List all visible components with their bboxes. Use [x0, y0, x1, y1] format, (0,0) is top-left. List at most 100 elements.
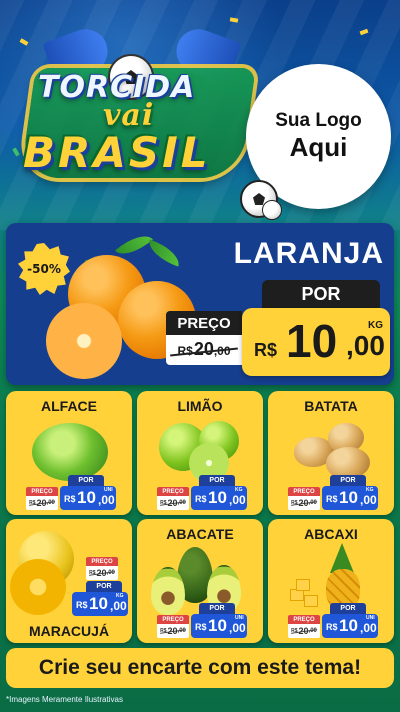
price-currency: R$	[195, 494, 207, 504]
potato-icon	[286, 417, 376, 479]
product-card: ABACATE POR PREÇO R$ 20,00 R$ 10 ,00 UNI	[137, 519, 263, 643]
old-price-decimal: ,00	[177, 628, 186, 634]
price-currency: R$	[326, 622, 338, 632]
product-price: R$ 10 ,00 KG	[191, 486, 247, 510]
old-price-label: PREÇO	[26, 487, 58, 496]
featured-product-name: LARANJA	[233, 237, 384, 270]
old-price-decimal: ,00	[308, 500, 317, 506]
price-integer: 10	[286, 315, 338, 367]
price-unit: UNI	[104, 487, 113, 493]
product-card: LIMÃO POR PREÇO R$ 20,00 R$ 10 ,00 KG	[137, 391, 263, 515]
brand-line-2: Aqui	[289, 132, 348, 162]
product-name: ABACATE	[166, 526, 234, 542]
por-label: POR	[86, 581, 122, 592]
avocado-icon	[151, 545, 245, 615]
por-label: POR	[199, 603, 235, 614]
product-card: PREÇO R$ 20,00 POR R$ 10 ,00 KG MARACUJÁ	[6, 519, 132, 643]
product-name: ABCAXI	[304, 526, 358, 542]
old-price-label: PREÇO	[86, 557, 118, 566]
product-card: ABCAXI POR PREÇO R$ 20,00 R$ 10 ,00 UNI	[268, 519, 394, 643]
featured-product-card: -50% LARANJA PREÇO R$ 20 ,00 POR R$ 10 ,…	[6, 223, 394, 385]
old-price-integer: 20	[167, 626, 178, 636]
old-price: R$ 20,00	[86, 566, 118, 580]
price-decimal: ,00	[98, 493, 115, 507]
por-label: POR	[330, 603, 366, 614]
lime-icon	[155, 417, 245, 483]
price-integer: 10	[89, 594, 108, 613]
old-price-currency: R$	[160, 500, 167, 506]
product-name: MARACUJÁ	[28, 623, 110, 639]
product-name: BATATA	[304, 398, 358, 414]
leaf-icon	[144, 239, 184, 267]
price-currency: R$	[76, 600, 88, 610]
cta-banner: Crie seu encarte com este tema!	[6, 648, 394, 688]
price-integer: 10	[339, 616, 358, 635]
por-label: POR	[68, 475, 104, 486]
product-price: R$ 10 ,00 UNI	[60, 486, 116, 510]
price-decimal: ,00	[229, 493, 246, 507]
featured-price: R$ 10 ,00 KG	[242, 308, 390, 376]
torcida-logo: TORCIDA vai BRASIL	[8, 23, 256, 178]
product-price: R$ 10 ,00 UNI	[191, 614, 247, 638]
product-price: R$ 10 ,00 UNI	[322, 614, 378, 638]
old-price-label: PREÇO	[166, 311, 242, 335]
price-unit: KG	[366, 487, 374, 493]
old-price-label: PREÇO	[157, 487, 189, 496]
old-price: R$ 20,00	[157, 624, 189, 638]
price-integer: 10	[339, 488, 358, 507]
price-unit: KG	[116, 593, 124, 599]
pineapple-chunk	[304, 595, 318, 607]
old-price-currency: R$	[89, 570, 96, 576]
lettuce-head	[32, 423, 108, 481]
price-currency: R$	[195, 622, 207, 632]
price-currency: R$	[254, 340, 278, 360]
old-price-currency: R$	[291, 628, 298, 634]
price-decimal: ,00	[360, 493, 377, 507]
brand-line-1: Sua Logo	[275, 110, 362, 131]
old-price: R$ 20,00	[157, 496, 189, 510]
old-price-integer: 20	[298, 498, 309, 508]
por-label: POR	[199, 475, 235, 486]
discount-badge: -50%	[18, 243, 70, 295]
price-unit: UNI	[235, 615, 244, 621]
price-currency: R$	[64, 494, 76, 504]
old-price: R$ 20,00	[288, 624, 320, 638]
price-unit: KG	[235, 487, 243, 493]
passion-fruit-slice	[10, 559, 66, 615]
price-unit: UNI	[366, 615, 375, 621]
soccer-ball-icon	[262, 200, 282, 220]
price-decimal: ,00	[360, 621, 377, 635]
price-integer: 10	[77, 488, 96, 507]
old-price-decimal: ,00	[308, 628, 317, 634]
disclaimer-text: *Imagens Meramente Ilustrativas	[6, 695, 123, 704]
price-unit: KG	[368, 320, 383, 331]
product-name: ALFACE	[41, 398, 97, 414]
old-price-currency: R$	[177, 344, 193, 358]
old-price-integer: 20	[298, 626, 309, 636]
price-decimal: ,00	[110, 599, 127, 613]
product-card: ALFACE POR PREÇO R$ 20,00 R$ 10 ,00 UNI	[6, 391, 132, 515]
old-price-label: PREÇO	[157, 615, 189, 624]
old-price-integer: 20	[167, 498, 178, 508]
pineapple-chunk	[296, 579, 310, 591]
old-price-decimal: ,00	[106, 570, 115, 576]
flyer-canvas: TORCIDA vai BRASIL Sua Logo Aqui -50% LA…	[0, 0, 400, 712]
discount-text: -50%	[27, 262, 61, 276]
price-integer: 10	[208, 488, 227, 507]
lettuce-icon	[24, 417, 114, 481]
product-card: BATATA POR PREÇO R$ 20,00 R$ 10 ,00 KG	[268, 391, 394, 515]
old-price-currency: R$	[160, 628, 167, 634]
old-price: R$ 20,00	[26, 496, 58, 510]
price-currency: R$	[326, 494, 338, 504]
product-price: R$ 10 ,00 KG	[322, 486, 378, 510]
product-price: R$ 10 ,00 KG	[72, 592, 128, 616]
old-price: R$ 20,00	[288, 496, 320, 510]
orange-slice-icon	[46, 303, 122, 379]
old-price-integer: 20	[96, 568, 107, 578]
old-price-currency: R$	[29, 500, 36, 506]
product-name: LIMÃO	[177, 398, 223, 414]
old-price-label: PREÇO	[288, 615, 320, 624]
price-integer: 10	[208, 616, 227, 635]
old-price-decimal: ,00	[46, 500, 55, 506]
por-label: POR	[262, 280, 380, 308]
